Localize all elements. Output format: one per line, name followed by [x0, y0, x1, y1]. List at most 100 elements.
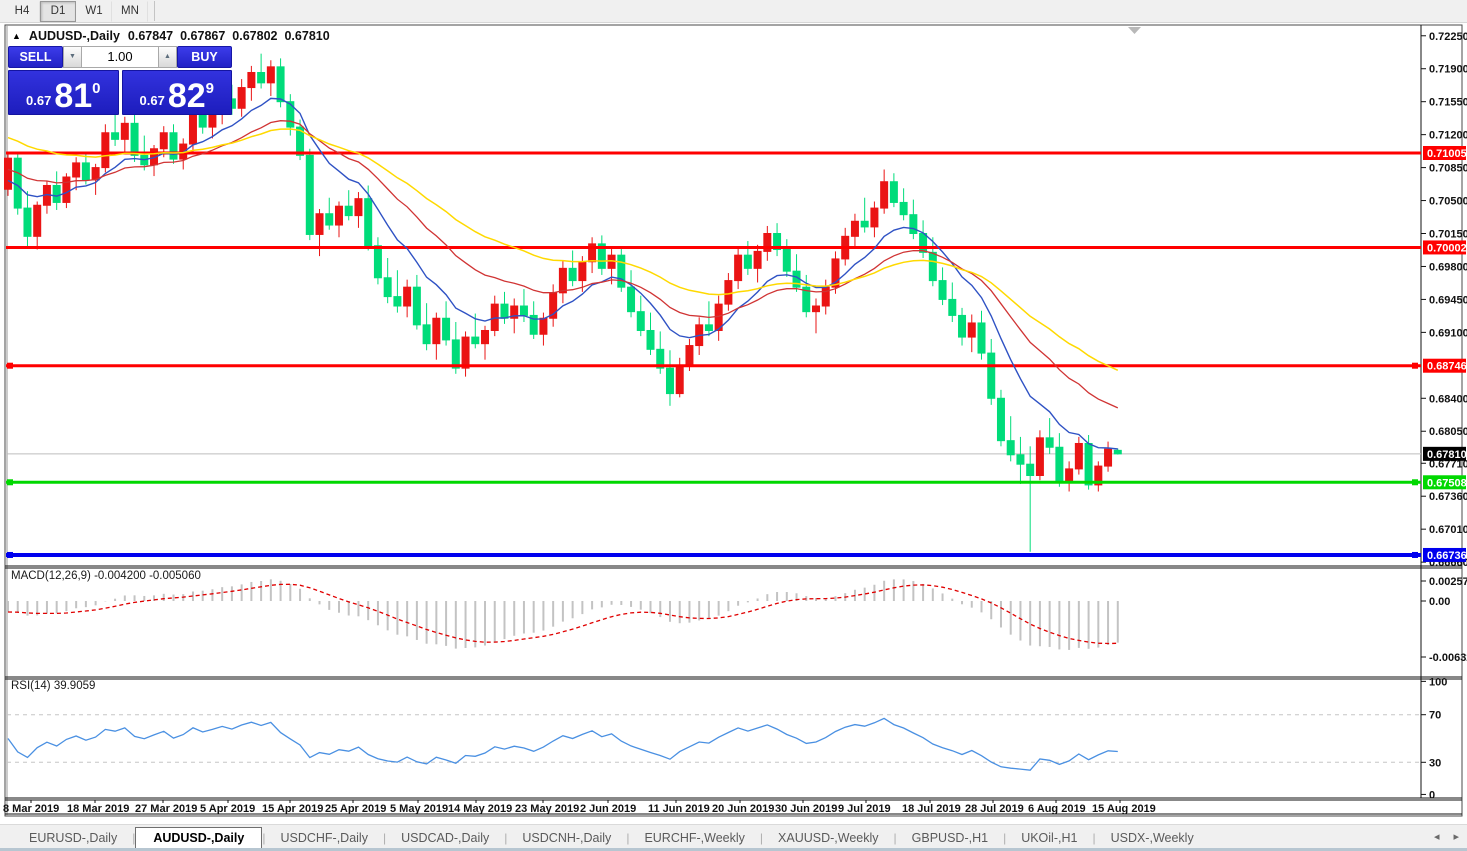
price-tick-label: 0.68050	[1429, 426, 1467, 438]
chart-tab-xauusd-weekly[interactable]: XAUUSD-,Weekly	[763, 828, 893, 848]
chart-tab-usdcad-daily[interactable]: USDCAD-,Daily	[386, 828, 504, 848]
date-tick-label: 15 Aug 2019	[1092, 803, 1156, 815]
candle-body	[520, 306, 527, 315]
candle-body	[1114, 450, 1121, 453]
chart-tab-usdx-weekly[interactable]: USDX-,Weekly	[1096, 828, 1209, 848]
chart-tab-ukoil-h1[interactable]: UKOil-,H1	[1006, 828, 1092, 848]
candle-body	[851, 221, 858, 236]
candle-body	[53, 185, 60, 202]
date-tick-label: 18 Jul 2019	[902, 803, 961, 815]
price-line-right-handle[interactable]	[1412, 479, 1418, 485]
date-tick-label: 23 May 2019	[515, 803, 579, 815]
rsi-label: RSI(14) 39.9059	[11, 680, 95, 692]
candle-body	[384, 278, 391, 297]
sell-price-point: 0	[92, 80, 100, 97]
price-line-label: 0.67508	[1427, 477, 1467, 489]
price-tick-label: 0.69100	[1429, 327, 1467, 339]
price-tick-label: 0.67360	[1429, 491, 1467, 503]
price-tick-label: 0.69800	[1429, 261, 1467, 273]
candle-body	[24, 208, 31, 236]
price-tick-label: 0.70150	[1429, 229, 1467, 241]
volume-increase-button[interactable]: ▲	[158, 46, 177, 68]
candle-body	[1007, 441, 1014, 455]
price-line-right-handle[interactable]	[1412, 552, 1418, 558]
date-tick-label: 5 Apr 2019	[200, 803, 255, 815]
candle-body	[482, 330, 489, 343]
candle-body	[1075, 443, 1082, 468]
rsi-scale-label: 0	[1429, 789, 1435, 801]
candle-body	[813, 306, 820, 312]
candle-body	[540, 318, 547, 334]
sell-price-pips: 81	[54, 82, 92, 112]
candle-body	[1046, 438, 1053, 447]
price-tick-label: 0.71900	[1429, 64, 1467, 76]
chart-tab-gbpusd-h1[interactable]: GBPUSD-,H1	[897, 828, 1003, 848]
candle-body	[861, 221, 868, 227]
candle-body	[559, 268, 566, 292]
date-tick-label: 11 Jun 2019	[648, 803, 710, 815]
chart-title-row: ▲ AUDUSD-,Daily 0.67847 0.67867 0.67802 …	[12, 29, 330, 43]
candle-body	[1027, 464, 1034, 475]
candle-body	[579, 262, 586, 281]
candle-body	[1105, 449, 1112, 466]
sell-button[interactable]: SELL	[8, 46, 63, 68]
chart-tab-eurchf-weekly[interactable]: EURCHF-,Weekly	[629, 828, 759, 848]
current-bid-label: 0.67810	[1427, 449, 1467, 461]
date-tick-label: 20 Jun 2019	[712, 803, 774, 815]
chart-tab-usdchf-daily[interactable]: USDCHF-,Daily	[265, 828, 383, 848]
tab-scroll-right-icon[interactable]: ▸	[1453, 830, 1459, 843]
price-line-label: 0.71005	[1427, 148, 1467, 160]
buy-button[interactable]: BUY	[177, 46, 232, 68]
price-line-left-handle[interactable]	[7, 479, 13, 485]
candle-body	[1036, 438, 1043, 476]
macd-scale-label: -0.006326	[1429, 652, 1467, 664]
price-line-right-handle[interactable]	[1412, 363, 1418, 369]
collapse-arrow-icon[interactable]: ▲	[12, 31, 21, 41]
rsi-scale-label: 30	[1429, 757, 1441, 769]
candle-body	[676, 365, 683, 393]
price-line-left-handle[interactable]	[7, 363, 13, 369]
candle-body	[374, 246, 381, 278]
rsi-scale-label: 100	[1429, 676, 1447, 688]
candle-body	[423, 325, 430, 344]
price-line-label: 0.66736	[1427, 550, 1467, 562]
price-tick-label: 0.71200	[1429, 130, 1467, 142]
date-tick-label: 9 Jul 2019	[838, 803, 891, 815]
one-click-trading-widget: SELL ▼ 1.00 ▲ BUY 0.67 81 0 0.67 82 9	[8, 46, 232, 115]
date-tick-label: 2 Jun 2019	[580, 803, 636, 815]
candle-body	[735, 255, 742, 280]
price-line-left-handle[interactable]	[7, 552, 13, 558]
candle-body	[472, 337, 479, 344]
date-tick-label: 27 Mar 2019	[135, 803, 197, 815]
volume-input[interactable]: 1.00	[82, 46, 158, 68]
candle-body	[1066, 469, 1073, 481]
close-value: 0.67810	[284, 29, 329, 43]
macd-label: MACD(12,26,9) -0.004200 -0.005060	[11, 570, 201, 582]
tab-scroll-buttons: ◂ ▸	[1434, 830, 1459, 843]
candle-body	[929, 252, 936, 280]
candle-body	[978, 323, 985, 353]
candle-body	[997, 398, 1004, 440]
candle-body	[335, 206, 342, 225]
trading-terminal: { "toolbar": {"timeframes": ["H4", "D1",…	[0, 0, 1467, 851]
price-tick-label: 0.72250	[1429, 31, 1467, 43]
rsi-scale-label: 70	[1429, 710, 1441, 722]
candle-body	[5, 158, 12, 189]
date-tick-label: 5 May 2019	[390, 803, 448, 815]
candle-body	[968, 323, 975, 337]
candle-body	[959, 315, 966, 337]
date-tick-label: 18 Mar 2019	[67, 803, 129, 815]
price-tick-label: 0.67010	[1429, 524, 1467, 536]
candle-body	[14, 158, 21, 208]
sell-price-panel[interactable]: 0.67 81 0	[8, 70, 119, 115]
candle-body	[628, 287, 635, 311]
chart-tab-usdcnh-daily[interactable]: USDCNH-,Daily	[507, 828, 626, 848]
volume-decrease-button[interactable]: ▼	[63, 46, 82, 68]
candle-body	[744, 255, 751, 268]
scroll-to-end-marker-icon[interactable]	[1128, 27, 1141, 34]
chart-tab-audusd-daily[interactable]: AUDUSD-,Daily	[135, 827, 262, 849]
tab-scroll-left-icon[interactable]: ◂	[1434, 830, 1440, 843]
buy-price-panel[interactable]: 0.67 82 9	[122, 70, 233, 115]
chart-tab-eurusd-daily[interactable]: EURUSD-,Daily	[14, 828, 132, 848]
candle-body	[102, 133, 109, 168]
